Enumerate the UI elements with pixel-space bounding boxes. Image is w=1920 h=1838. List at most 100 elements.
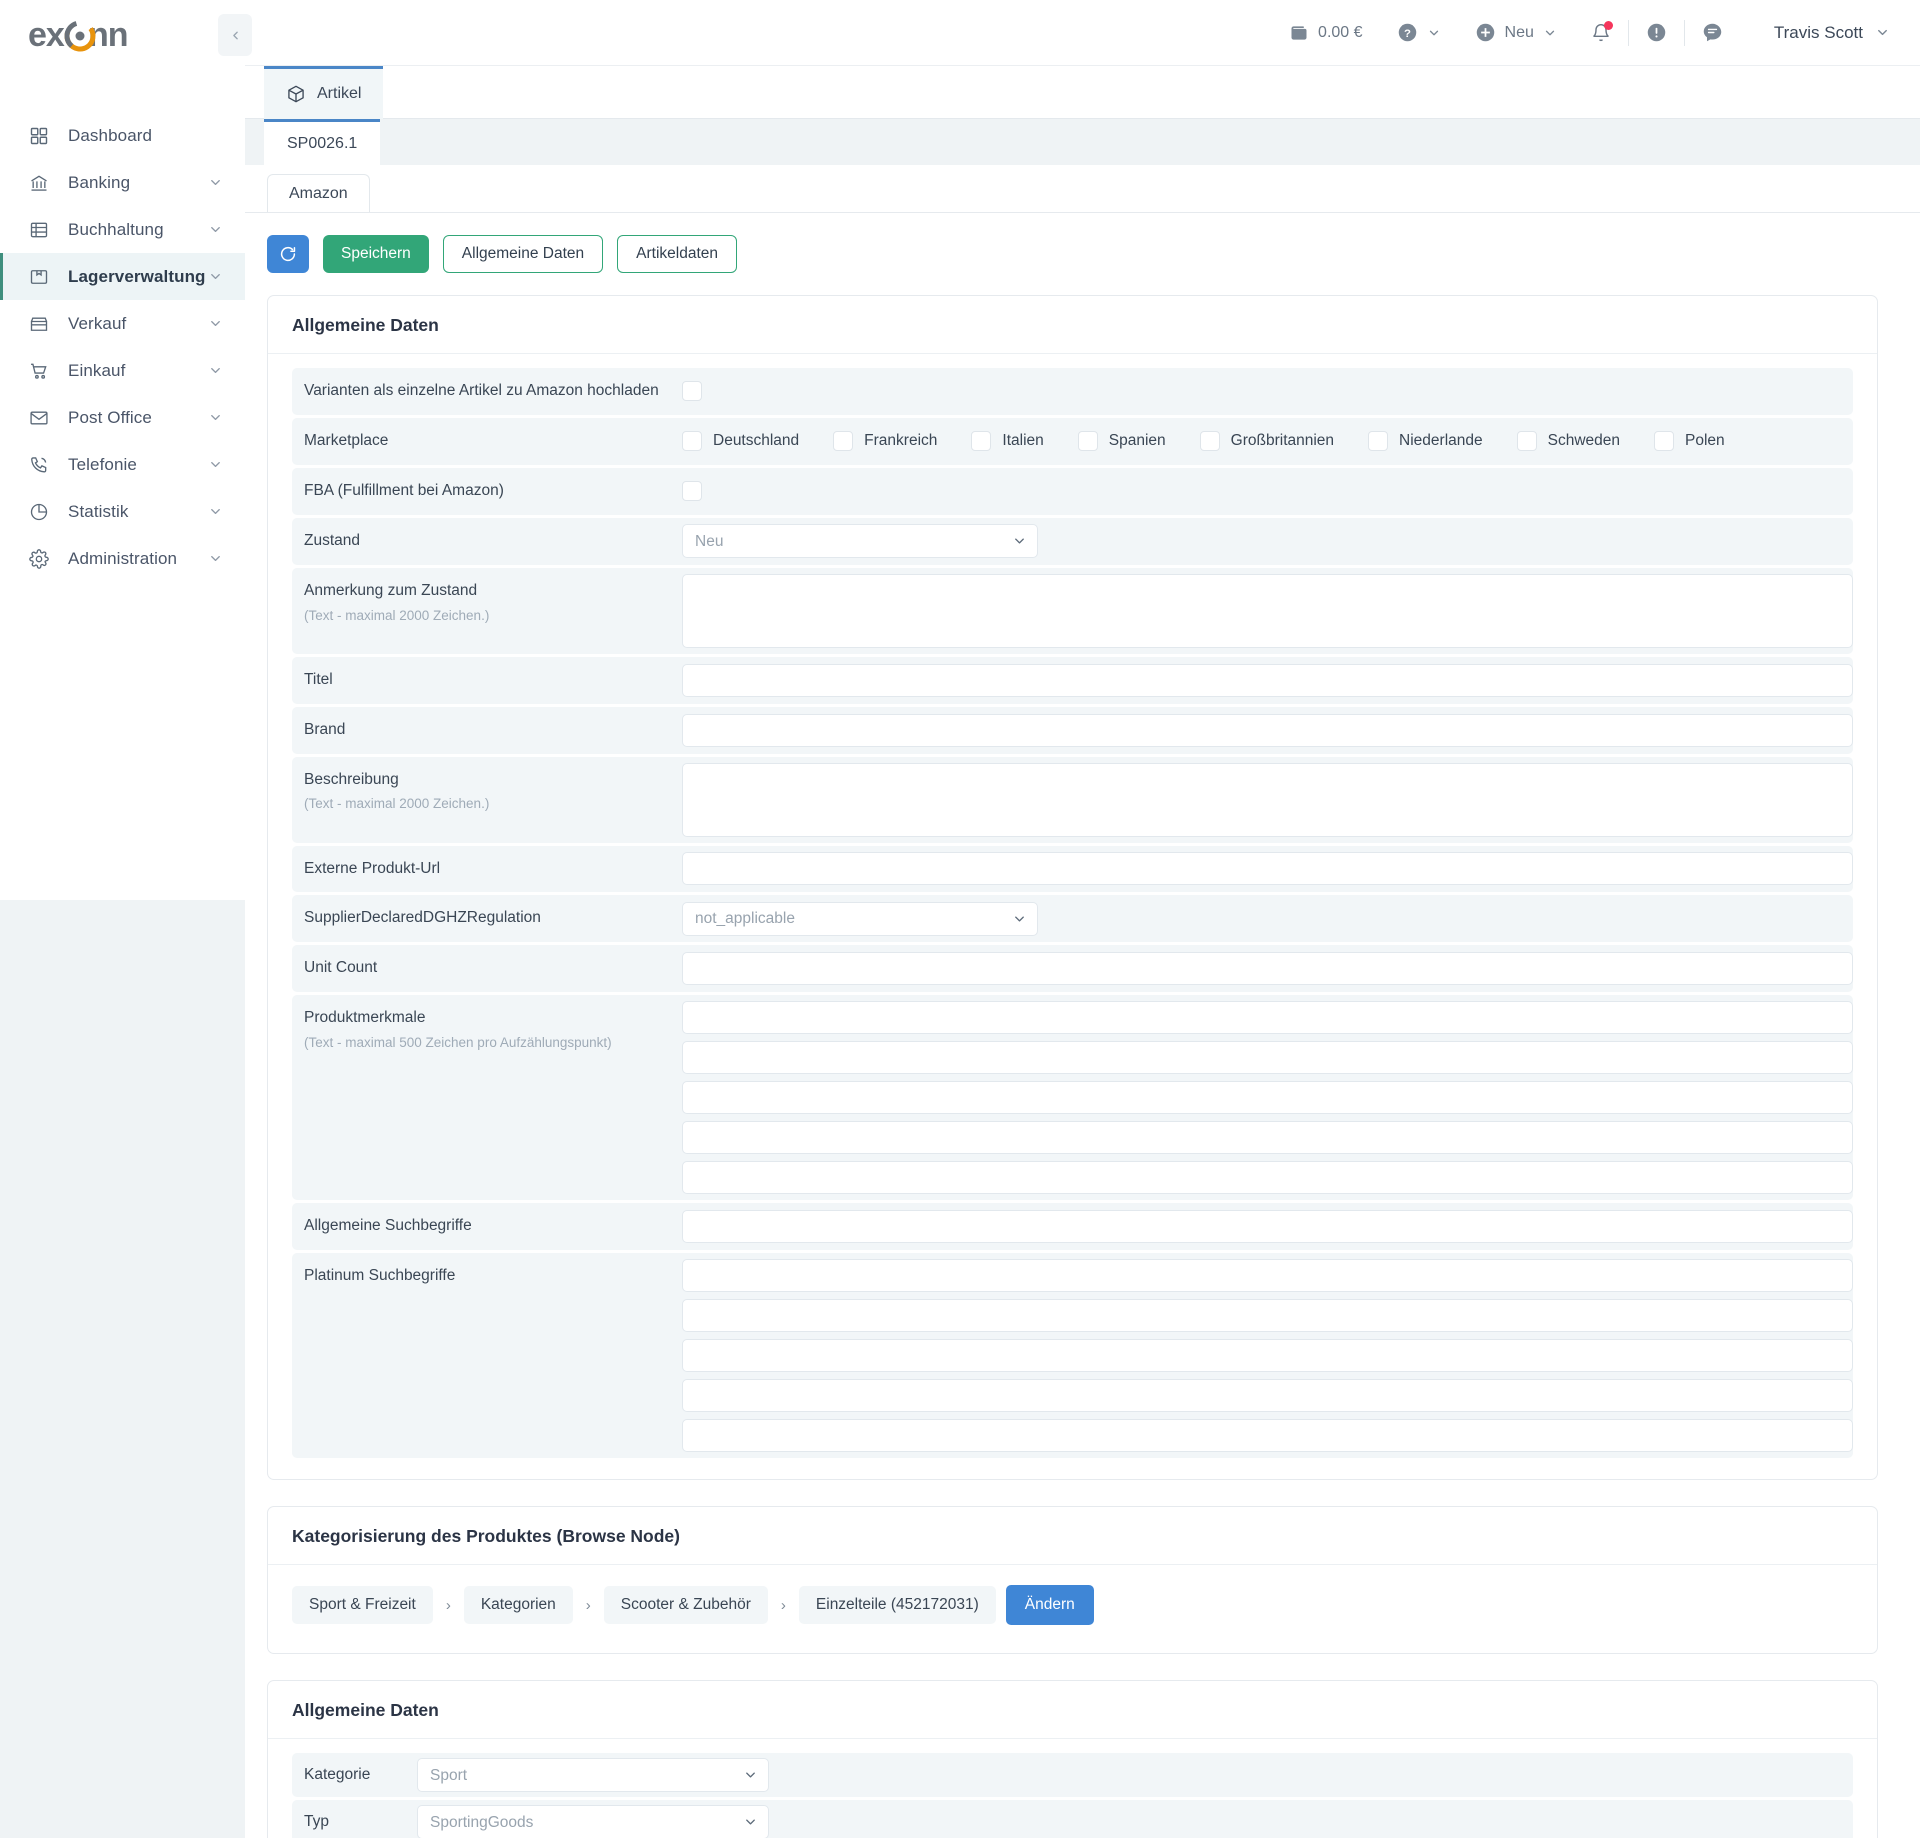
tab-amazon[interactable]: Amazon	[267, 174, 370, 212]
sidebar-item-post-office[interactable]: Post Office	[0, 394, 245, 441]
externe-url-input[interactable]	[682, 852, 1853, 886]
breadcrumb: Sport & Freizeit › Kategorien › Scooter …	[292, 1579, 1853, 1635]
breadcrumb-separator: ›	[445, 1596, 451, 1614]
sidebar-item-label: Buchhaltung	[68, 219, 164, 239]
platinum-suchbegriff-input-2[interactable]	[682, 1299, 1853, 1333]
row-label: Externe Produkt-Url	[304, 859, 441, 877]
wallet-balance[interactable]: 0.00 €	[1272, 23, 1379, 43]
general-data-card: Allgemeine Daten Varianten als einzelne …	[267, 295, 1878, 1481]
marketplace-item[interactable]: Frankreich	[817, 431, 955, 452]
new-menu[interactable]: Neu	[1458, 22, 1574, 43]
beschreibung-textarea[interactable]	[682, 762, 1853, 837]
page-content: Amazon Speichern Allgemeine Daten Artike…	[245, 165, 1920, 1838]
sidebar-item-administration[interactable]: Administration	[0, 535, 245, 582]
chevron-left-icon	[232, 31, 238, 39]
row-unit-count: Unit Count	[292, 945, 1853, 993]
tab-document-sp0026[interactable]: SP0026.1	[264, 119, 381, 165]
notifications-button[interactable]	[1574, 20, 1628, 43]
breadcrumb-item-2[interactable]: Kategorien	[463, 1586, 573, 1625]
user-menu[interactable]: Travis Scott	[1740, 23, 1890, 43]
produktmerkmal-input-2[interactable]	[682, 1041, 1853, 1075]
row-label: Titel	[304, 670, 333, 688]
row-typ: Typ SportingGoods	[292, 1800, 1853, 1838]
marketplace-checkbox-deutschland[interactable]	[682, 431, 702, 452]
produktmerkmal-input-4[interactable]	[682, 1121, 1853, 1155]
sidebar-item-banking[interactable]: Banking	[0, 159, 245, 206]
typ-select[interactable]: SportingGoods	[417, 1805, 769, 1838]
marketplace-label: Italien	[1002, 432, 1044, 450]
chat-icon	[1702, 22, 1723, 43]
sidebar-item-label: Post Office	[68, 407, 152, 427]
produktmerkmal-input-1[interactable]	[682, 1001, 1853, 1035]
wallet-amount-label: 0.00 €	[1318, 23, 1363, 41]
sidebar-item-label: Telefonie	[68, 454, 137, 474]
general-data-button[interactable]: Allgemeine Daten	[442, 235, 604, 273]
marketplace-checkbox-frankreich[interactable]	[833, 431, 854, 452]
tab-artikel[interactable]: Artikel	[264, 66, 384, 119]
help-menu[interactable]: ?	[1380, 22, 1458, 43]
plus-circle-icon	[1475, 22, 1496, 43]
app-logo[interactable]: ex nn	[0, 0, 245, 72]
variants-upload-checkbox[interactable]	[682, 381, 702, 402]
article-data-button[interactable]: Artikeldaten	[617, 235, 738, 273]
sidebar-collapse-button[interactable]	[218, 14, 252, 56]
zustand-select[interactable]: Neu	[682, 524, 1038, 559]
sidebar-item-telefonie[interactable]: Telefonie	[0, 441, 245, 488]
marketplace-item[interactable]: Italien	[955, 431, 1061, 452]
sidebar-item-statistik[interactable]: Statistik	[0, 488, 245, 535]
pie-chart-icon	[28, 501, 50, 523]
platinum-suchbegriff-input-3[interactable]	[682, 1339, 1853, 1373]
platinum-suchbegriff-input-5[interactable]	[682, 1419, 1853, 1453]
marketplace-label: Großbritannien	[1230, 432, 1335, 450]
row-label: Produktmerkmale (Text - maximal 500 Zeic…	[292, 995, 682, 1200]
notification-badge	[1603, 20, 1613, 30]
breadcrumb-item-1[interactable]: Sport & Freizeit	[292, 1586, 433, 1625]
platinum-suchbegriff-input-1[interactable]	[682, 1259, 1853, 1293]
unit-count-input[interactable]	[682, 952, 1853, 986]
marketplace-checkbox-italien[interactable]	[971, 431, 992, 452]
row-label-text: Anmerkung zum Zustand	[304, 581, 478, 599]
anmerkung-textarea[interactable]	[682, 573, 1853, 648]
marketplace-checkbox-list: Deutschland Frankreich Italien Spanien G…	[682, 431, 1853, 452]
marketplace-checkbox-niederlande[interactable]	[1368, 431, 1389, 452]
fba-checkbox[interactable]	[682, 481, 702, 502]
marketplace-checkbox-spanien[interactable]	[1077, 431, 1098, 452]
marketplace-item[interactable]: Spanien	[1062, 431, 1184, 452]
kategorie-select[interactable]: Sport	[417, 1758, 769, 1793]
alerts-button[interactable]	[1629, 22, 1684, 43]
brand-input[interactable]	[682, 713, 1853, 747]
sidebar-item-lagerverwaltung[interactable]: Lagerverwaltung	[0, 253, 245, 300]
marketplace-item[interactable]: Polen	[1638, 431, 1743, 452]
chevron-down-icon	[1875, 25, 1890, 40]
marketplace-checkbox-schweden[interactable]	[1516, 431, 1537, 452]
marketplace-item[interactable]: Großbritannien	[1184, 431, 1352, 452]
breadcrumb-item-4[interactable]: Einzelteile (452172031)	[798, 1586, 996, 1625]
change-category-button[interactable]: Ändern	[1005, 1585, 1094, 1626]
messages-button[interactable]	[1685, 22, 1740, 43]
row-anmerkung: Anmerkung zum Zustand (Text - maximal 20…	[292, 567, 1853, 654]
row-label-hint: (Text - maximal 500 Zeichen pro Aufzählu…	[304, 1035, 612, 1051]
marketplace-item[interactable]: Schweden	[1501, 431, 1638, 452]
cube-icon	[286, 84, 306, 104]
produktmerkmal-input-5[interactable]	[682, 1161, 1853, 1195]
titel-input[interactable]	[682, 663, 1853, 697]
refresh-button[interactable]	[267, 235, 309, 273]
sidebar-item-buchhaltung[interactable]: Buchhaltung	[0, 206, 245, 253]
platinum-suchbegriff-input-4[interactable]	[682, 1379, 1853, 1413]
dghz-select[interactable]: not_applicable	[682, 901, 1038, 936]
sidebar-item-dashboard[interactable]: Dashboard	[0, 112, 245, 159]
sidebar-item-verkauf[interactable]: Verkauf	[0, 300, 245, 347]
marketplace-item[interactable]: Niederlande	[1352, 431, 1501, 452]
new-menu-label: Neu	[1504, 23, 1534, 41]
breadcrumb-item-3[interactable]: Scooter & Zubehör	[603, 1586, 768, 1625]
sidebar: ex nn Dashboard Banking Buchhaltung Lage…	[0, 0, 252, 900]
marketplace-checkbox-polen[interactable]	[1654, 431, 1675, 452]
produktmerkmal-input-3[interactable]	[682, 1081, 1853, 1115]
allgemeine-suchbegriffe-input[interactable]	[682, 1210, 1853, 1244]
marketplace-item[interactable]: Deutschland	[682, 431, 817, 452]
marketplace-checkbox-grossbritannien[interactable]	[1199, 431, 1220, 452]
save-button[interactable]: Speichern	[323, 235, 429, 273]
sidebar-item-einkauf[interactable]: Einkauf	[0, 347, 245, 394]
row-allgemeine-suchbegriffe: Allgemeine Suchbegriffe	[292, 1203, 1853, 1251]
page-scrollbar[interactable]	[1912, 66, 1920, 1838]
